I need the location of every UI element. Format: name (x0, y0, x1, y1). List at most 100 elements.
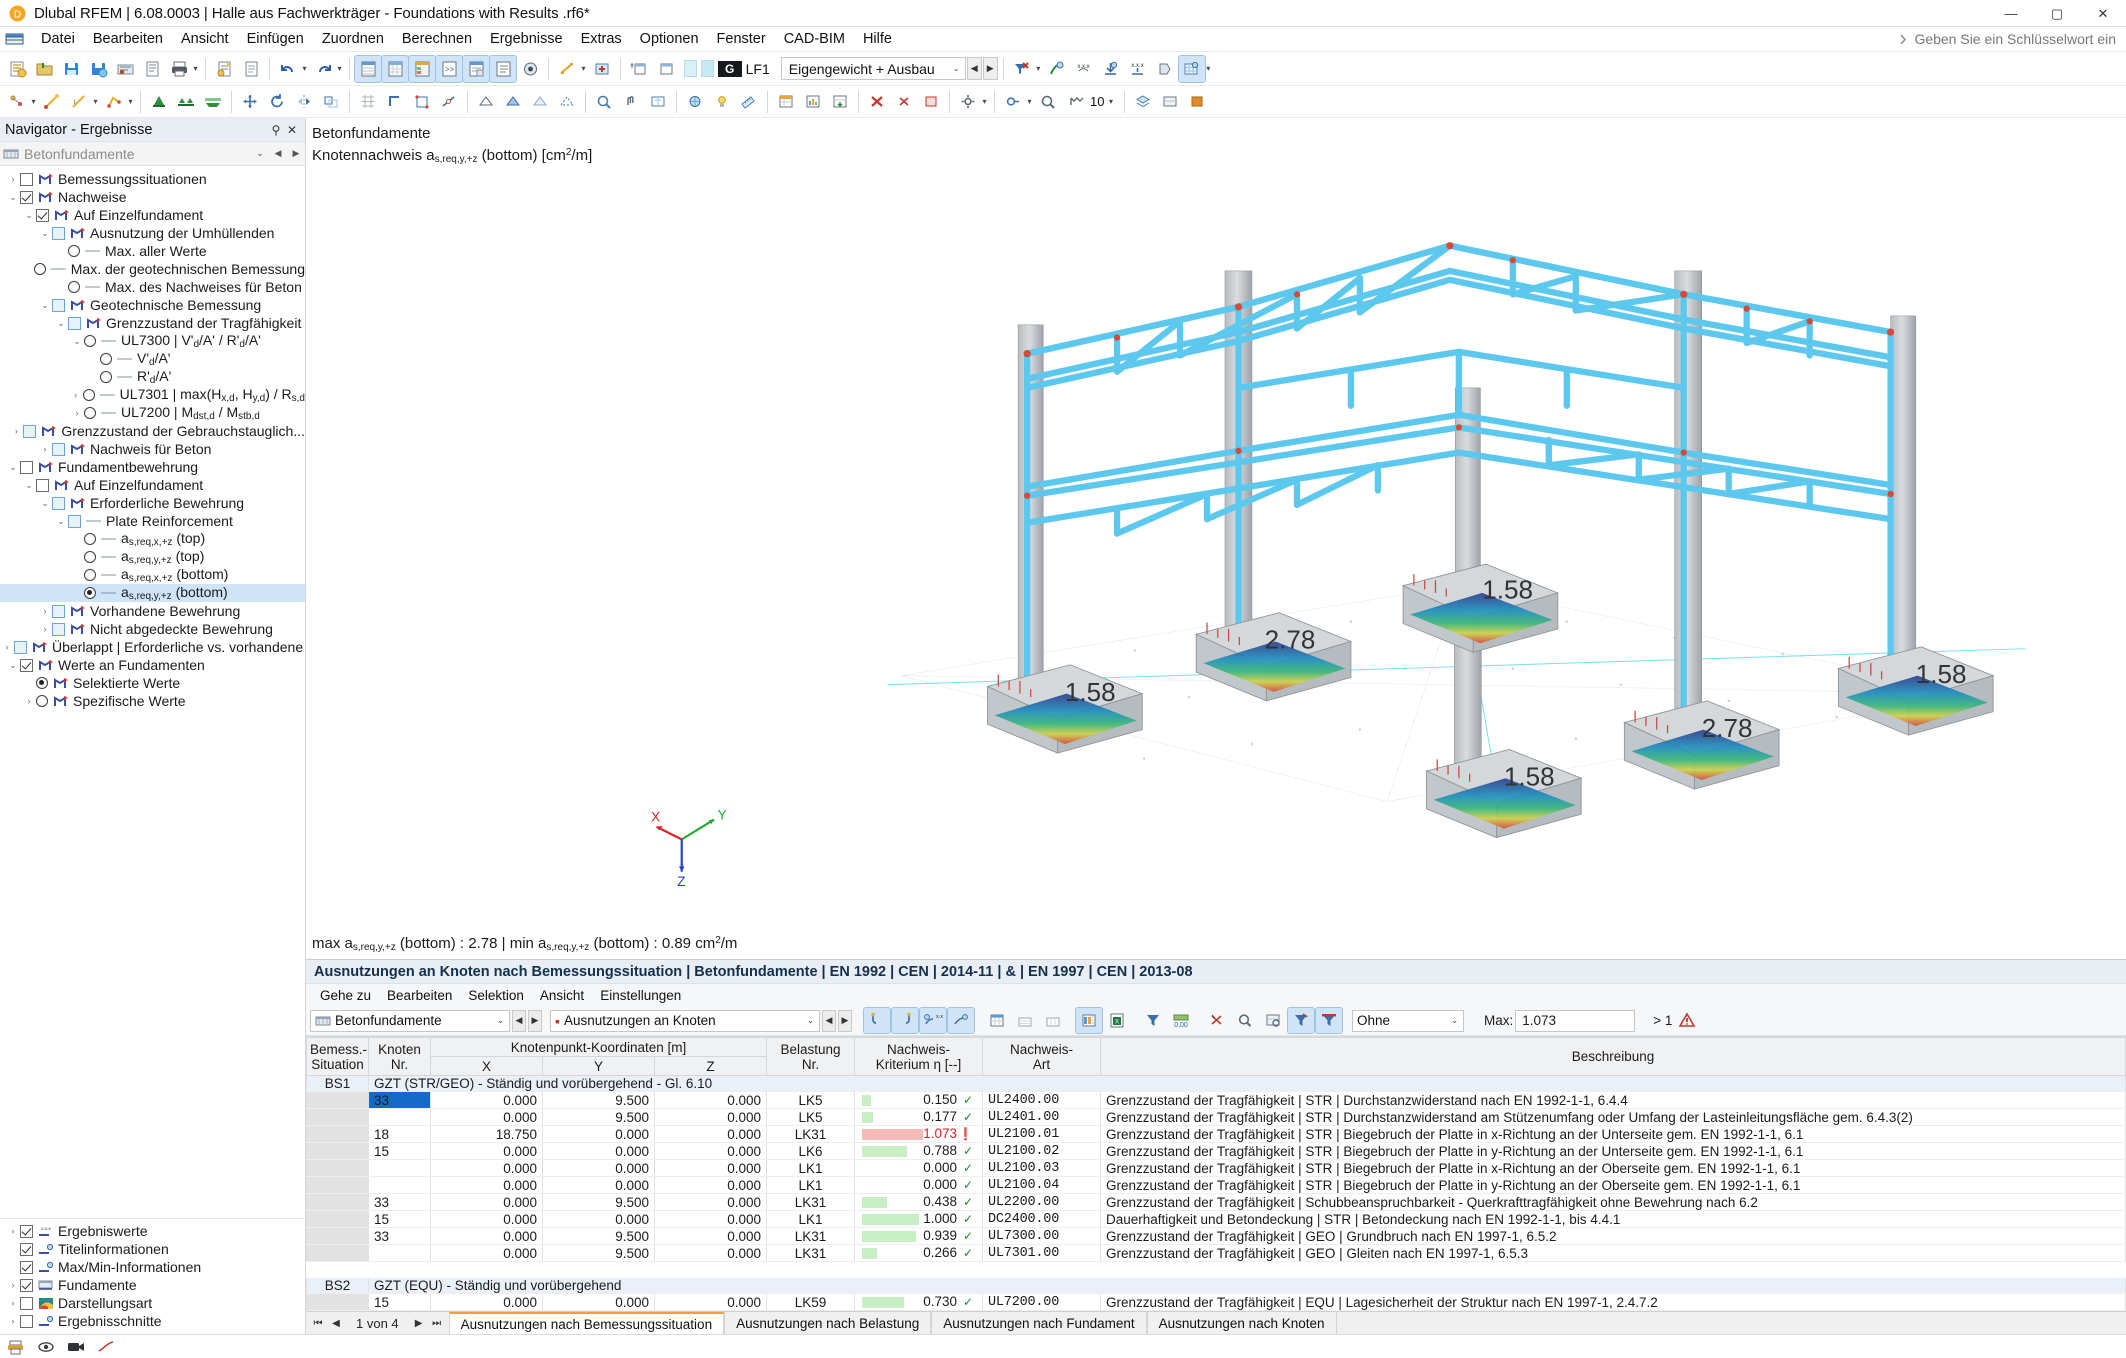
table-cells-button[interactable] (1040, 1008, 1066, 1033)
select-line-icon[interactable] (39, 89, 65, 115)
cell-nachweisart[interactable]: UL2401.00 (982, 1108, 1101, 1126)
tree-checkbox-8[interactable] (68, 316, 81, 330)
tree-checkbox-15[interactable] (52, 442, 65, 456)
zoom-window-icon[interactable] (591, 89, 617, 115)
open-model-button[interactable] (31, 56, 57, 82)
table-results-icon[interactable] (773, 89, 799, 115)
solid-icon[interactable] (500, 89, 526, 115)
3d-viewport[interactable]: Betonfundamente Knotennachweis as,req,y,… (306, 118, 2126, 959)
cell-beschreibung[interactable]: Grenzzustand der Tragfähigkeit | STR | B… (1100, 1142, 2126, 1160)
object-next-button[interactable]: ▶ (528, 1009, 542, 1032)
cell-nachweisart[interactable]: UL7301.00 (982, 1244, 1101, 1262)
last-page-button[interactable]: ⏭ (429, 1318, 445, 1329)
cell-y[interactable]: 9.500 (542, 1091, 655, 1109)
display-option-0[interactable]: › x.x.x Ergebniswerte (0, 1222, 305, 1240)
tree-expander-7[interactable]: ⌄ (38, 300, 52, 311)
show-values-2-button[interactable] (947, 1007, 975, 1034)
menu-item-einf-gen[interactable]: Einfügen (238, 29, 313, 49)
cell-y[interactable]: 0.000 (542, 1210, 655, 1228)
footer-tab-0[interactable]: Ausnutzungen nach Bemessungssituation (448, 1312, 725, 1334)
tree-checkbox-7[interactable] (52, 298, 65, 312)
cell-belastung[interactable]: LK5 (766, 1091, 855, 1109)
delete-results-caret[interactable]: ▾ (1034, 64, 1043, 73)
tree-item-16[interactable]: ⌄ Fundamentbewehrung (0, 458, 305, 476)
cell-z[interactable]: 0.000 (654, 1244, 767, 1262)
cell-eta[interactable]: 0.000 ✓ (854, 1159, 983, 1177)
undo-dropdown-caret[interactable]: ▾ (300, 64, 309, 73)
redo-dropdown-caret[interactable]: ▾ (335, 64, 344, 73)
zoom-table-button[interactable] (1260, 1008, 1286, 1033)
tree-item-5[interactable]: — Max. der geotechnischen Bemessung (0, 260, 305, 278)
cell-x[interactable]: 0.000 (430, 1142, 543, 1160)
tree-expander-12[interactable]: › (69, 390, 83, 400)
tree-expander-24[interactable]: › (38, 606, 52, 616)
select-node-caret[interactable]: ▾ (29, 97, 38, 106)
load-case-next-button[interactable]: ▶ (982, 57, 998, 80)
help-status-icon[interactable] (96, 1338, 116, 1356)
cell-nachweisart[interactable]: UL2100.03 (982, 1159, 1101, 1177)
display-option-checkbox-4[interactable] (20, 1296, 33, 1310)
cell-eta[interactable]: 0.438 ✓ (854, 1193, 983, 1211)
zoom-caret[interactable]: ▾ (1106, 97, 1115, 106)
footer-tab-2[interactable]: Ausnutzungen nach Fundament (931, 1312, 1147, 1334)
tree-item-7[interactable]: ⌄ Geotechnische Bemessung (0, 296, 305, 314)
tree-expander-27[interactable]: ⌄ (6, 660, 20, 671)
chevron-down-icon[interactable]: ⌄ (494, 1015, 507, 1026)
tree-item-8[interactable]: ⌄ Grenzzustand der Tragfähigkeit (0, 314, 305, 332)
cell-beschreibung[interactable]: Grenzzustand der Tragfähigkeit | STR | D… (1100, 1091, 2126, 1109)
cell-beschreibung[interactable]: Grenzzustand der Tragfähigkeit | STR | D… (1100, 1108, 2126, 1126)
move-icon[interactable] (237, 89, 263, 115)
results-tree[interactable]: › Bemessungssituationen ⌄ Nachweise ⌄ Auf Ein… (0, 166, 305, 1218)
filter-button[interactable] (1140, 1008, 1166, 1033)
tree-radio-12[interactable] (82, 389, 95, 401)
grid-view-button[interactable] (381, 54, 409, 83)
cell-y[interactable]: 0.000 (542, 1125, 655, 1143)
hidden-line-icon[interactable] (554, 89, 580, 115)
cell-x[interactable]: 0.000 (430, 1293, 543, 1311)
cell-x[interactable]: 0.000 (430, 1108, 543, 1126)
snap-settings-caret[interactable]: ▾ (1025, 97, 1034, 106)
pan-icon[interactable] (618, 89, 644, 115)
combo-next-button[interactable]: ▶ (289, 148, 303, 159)
tree-expander-9[interactable]: ⌄ (70, 336, 84, 347)
cell-x[interactable]: 0.000 (430, 1227, 543, 1245)
tree-expander-16[interactable]: ⌄ (6, 462, 20, 473)
cell-z[interactable]: 0.000 (654, 1108, 767, 1126)
cell-x[interactable]: 0.000 (430, 1210, 543, 1228)
select-node-icon[interactable] (4, 89, 30, 115)
cell-beschreibung[interactable]: Dauerhaftigkeit und Betondeckung | STR |… (1100, 1210, 2126, 1228)
zoom-extents-icon[interactable] (645, 89, 671, 115)
display-option-2[interactable]: Max/Min-Informationen (0, 1258, 305, 1276)
next-page-button[interactable]: ▶ (411, 1318, 427, 1329)
cell-knoten[interactable] (368, 1244, 431, 1262)
expand-table-button[interactable]: >> (435, 54, 463, 83)
tree-checkbox-26[interactable] (14, 640, 27, 654)
footer-tab-1[interactable]: Ausnutzungen nach Belastung (724, 1312, 932, 1334)
tree-item-29[interactable]: › Spezifische Werte (0, 692, 305, 710)
cell-beschreibung[interactable]: Grenzzustand der Tragfähigkeit | STR | B… (1100, 1176, 2126, 1194)
first-page-button[interactable]: ⏮ (310, 1318, 326, 1329)
tree-expander-15[interactable]: › (38, 444, 52, 454)
display-options-tree[interactable]: › x.x.x Ergebniswerte Titelinformationen Max… (0, 1218, 305, 1334)
tree-item-26[interactable]: › Überlappt | Erforderliche vs. vorhanden… (0, 638, 306, 656)
display-option-checkbox-2[interactable] (20, 1260, 33, 1274)
tree-radio-5[interactable] (33, 263, 46, 275)
table-row[interactable]: 33 0.000 9.500 0.000 LK31 0.438 ✓ UL2200.00 Gren… (306, 1193, 2126, 1211)
tree-expander-0[interactable]: › (6, 174, 20, 184)
cell-z[interactable]: 0.000 (654, 1293, 767, 1311)
select-surface-icon[interactable] (101, 89, 127, 115)
tree-checkbox-19[interactable] (68, 514, 81, 528)
menu-item-berechnen[interactable]: Berechnen (393, 29, 481, 49)
window-layout-button[interactable] (653, 56, 679, 82)
cell-belastung[interactable]: LK59 (766, 1293, 855, 1311)
display-option-expander-0[interactable]: › (6, 1226, 20, 1236)
render-button[interactable] (517, 56, 543, 82)
color-fill-icon[interactable] (1184, 89, 1210, 115)
tree-item-13[interactable]: › — UL7200 | Mdst,d / Mstb,d (0, 404, 305, 422)
tree-expander-29[interactable]: › (22, 696, 36, 706)
visibility-icon[interactable] (1157, 89, 1183, 115)
redo-button[interactable] (310, 56, 336, 82)
tree-item-25[interactable]: › Nicht abgedeckte Bewehrung (0, 620, 305, 638)
table-row[interactable]: 0.000 0.000 0.000 LK1 0.000 ✓ UL2100.03 Grenzzu… (306, 1159, 2126, 1177)
line-snap-icon[interactable] (436, 89, 462, 115)
